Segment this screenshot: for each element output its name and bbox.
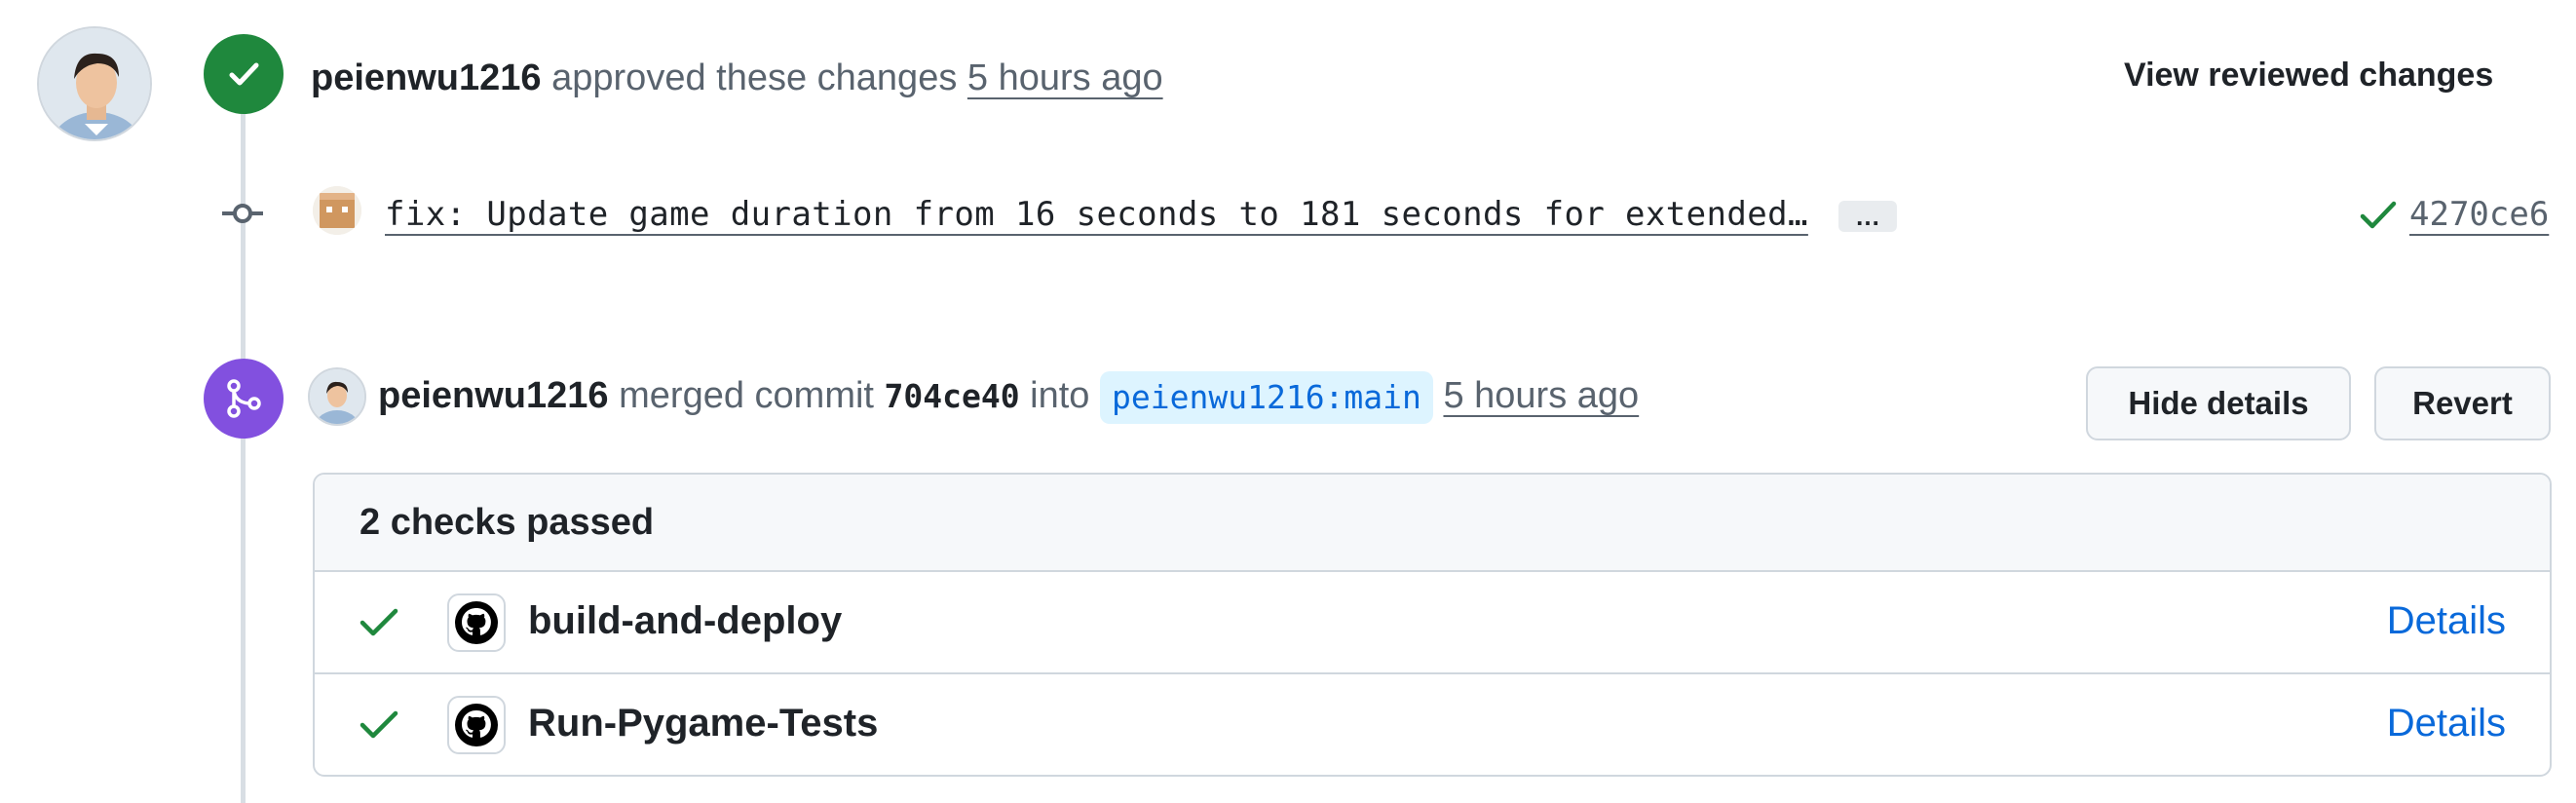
commit-status-check-icon[interactable] <box>2360 199 2397 237</box>
approved-icon <box>204 34 284 114</box>
merge-timestamp-link[interactable]: 5 hours ago <box>1443 375 1639 416</box>
review-action-text: approved these changes <box>551 57 958 98</box>
github-mark-icon <box>447 593 506 652</box>
view-reviewed-changes-link[interactable]: View reviewed changes <box>2124 57 2493 95</box>
commit-author-avatar[interactable] <box>313 186 361 235</box>
github-mark-icon <box>447 696 506 754</box>
commit-message-link[interactable]: fix: Update game duration from 16 second… <box>385 195 1808 234</box>
reviewer-avatar[interactable] <box>37 26 152 141</box>
git-commit-icon <box>222 201 263 226</box>
check-name: Run-Pygame-Tests <box>528 702 879 745</box>
merge-event-text: peienwu1216 merged commit 704ce40 into p… <box>378 371 1639 424</box>
check-name: build-and-deploy <box>528 599 843 642</box>
reviewer-username[interactable]: peienwu1216 <box>311 57 542 98</box>
merge-action-text: merged commit <box>619 375 874 417</box>
check-details-link[interactable]: Details <box>2387 702 2506 746</box>
merge-into-text: into <box>1030 375 1090 417</box>
merged-commit-sha[interactable]: 704ce40 <box>885 377 1020 415</box>
review-timestamp-link[interactable]: 5 hours ago <box>967 57 1163 98</box>
hide-details-button[interactable]: Hide details <box>2086 366 2351 440</box>
commit-sha-link[interactable]: 4270ce6 <box>2409 195 2549 234</box>
checks-summary: 2 checks passed <box>315 475 2550 572</box>
check-success-icon <box>360 605 398 643</box>
check-details-link[interactable]: Details <box>2387 599 2506 643</box>
check-row: Run-Pygame-Tests Details <box>315 672 2550 773</box>
check-row: build-and-deploy Details <box>315 572 2550 672</box>
expand-commit-message-button[interactable]: … <box>1838 201 1897 232</box>
merger-username[interactable]: peienwu1216 <box>378 375 609 416</box>
revert-button[interactable]: Revert <box>2374 366 2551 440</box>
check-icon <box>229 62 259 86</box>
git-merge-icon <box>204 359 284 439</box>
target-branch-label[interactable]: peienwu1216:main <box>1100 371 1433 424</box>
checks-panel: 2 checks passed build-and-deploy Details <box>313 473 2552 777</box>
check-success-icon <box>360 707 398 746</box>
merger-avatar[interactable] <box>308 367 366 426</box>
review-event-text: peienwu1216 approved these changes 5 hou… <box>311 57 1163 99</box>
